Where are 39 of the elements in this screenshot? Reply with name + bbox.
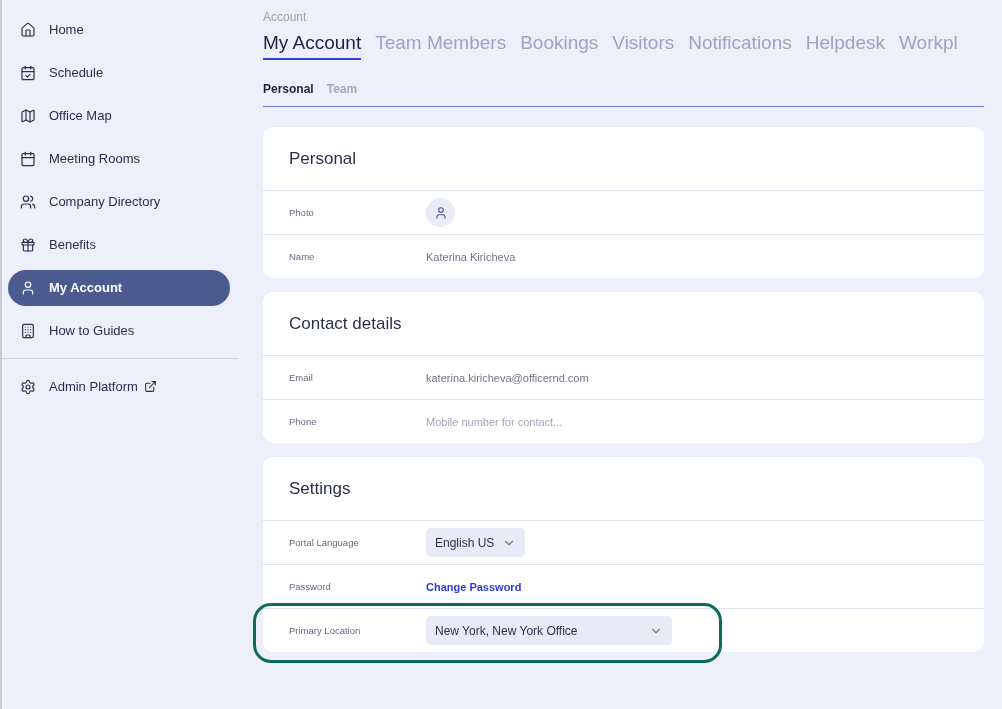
section-title: Contact details	[263, 292, 984, 356]
sidebar-item[interactable]: My Account	[8, 269, 230, 306]
field-label: Phone	[289, 416, 318, 427]
field-value: katerina.kiricheva@officernd.com	[426, 371, 589, 384]
sidebar-item[interactable]: Home	[8, 11, 230, 48]
nav-icon	[20, 150, 36, 167]
sidebar-item[interactable]: Schedule	[8, 54, 230, 91]
field-label: Primary Location	[289, 625, 362, 636]
sidebar-item[interactable]: Benefits	[8, 226, 230, 263]
field-label: Password	[289, 581, 332, 592]
breadcrumb: Account	[263, 10, 308, 24]
section-title: Personal	[263, 127, 984, 191]
field-value: Katerina Kiricheva	[426, 250, 516, 263]
field-label: Portal Language	[289, 537, 360, 548]
sidebar-item[interactable]: Office Map	[8, 97, 230, 134]
sidebar-item[interactable]: How to Guides	[8, 312, 230, 349]
sidebar-item[interactable]: Company Directory	[8, 183, 230, 220]
section-title: Settings	[263, 457, 984, 521]
tab[interactable]: My Account	[263, 32, 362, 60]
sidebar-item[interactable]: Meeting Rooms	[8, 140, 230, 177]
change-password-link[interactable]: Change Password	[426, 580, 522, 593]
nav-icon	[20, 21, 36, 38]
field-label: Photo	[289, 207, 315, 218]
sidebar-item[interactable]: Admin Platform	[8, 368, 230, 405]
field-label: Email	[289, 372, 314, 383]
settings-icon	[20, 378, 36, 395]
nav-icon	[20, 193, 36, 210]
avatar-placeholder[interactable]	[426, 198, 455, 227]
field-label: Name	[289, 251, 316, 262]
sub-tab[interactable]: Personal	[263, 82, 314, 96]
phone-input[interactable]: Mobile number for contact...	[426, 415, 686, 428]
user-icon	[433, 205, 448, 220]
nav-icon	[20, 322, 36, 339]
nav-icon	[20, 107, 36, 124]
nav-icon	[20, 279, 36, 296]
nav-icon	[20, 64, 36, 81]
nav-icon	[20, 236, 36, 253]
select-dropdown[interactable]: New York, New York Office	[426, 616, 672, 645]
select-dropdown[interactable]: English US	[426, 528, 526, 557]
